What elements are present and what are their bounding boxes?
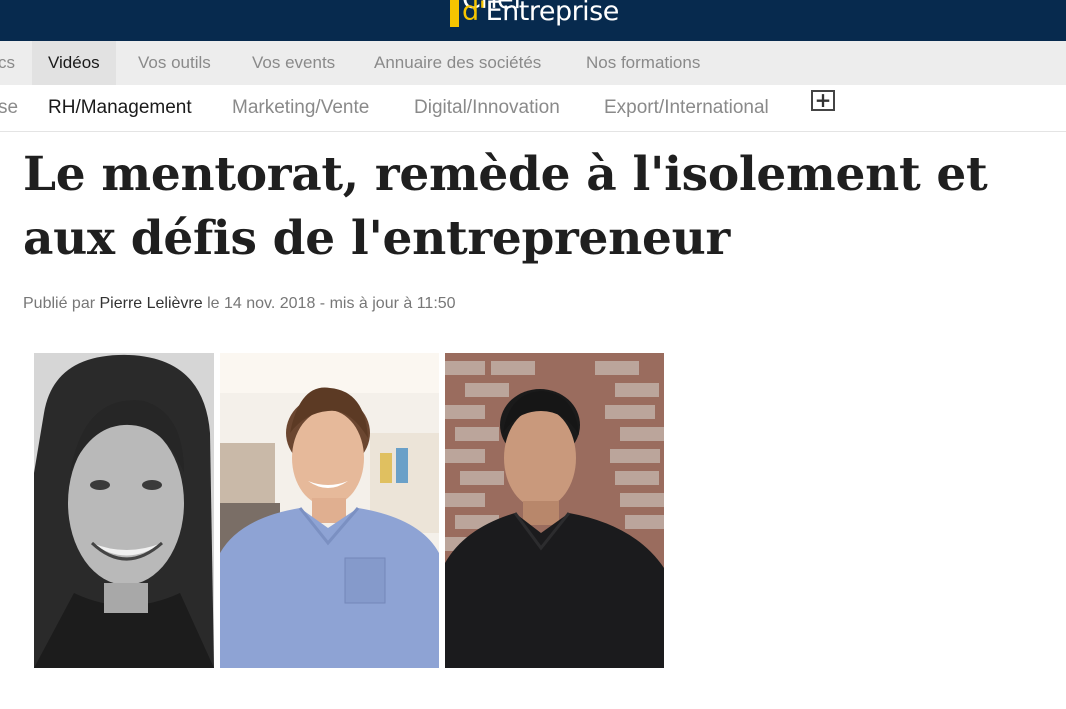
article-byline: Publié par Pierre Lelièvre le 14 nov. 20…: [23, 295, 456, 313]
nav-item-partial[interactable]: cs: [0, 41, 15, 85]
logo-name: Entreprise: [485, 0, 620, 27]
logo-line-2: d'Entreprise: [462, 0, 619, 26]
secondary-nav: se RH/Management Marketing/Vente Digital…: [0, 85, 1066, 132]
nav-item-videos[interactable]: Vidéos: [32, 41, 116, 85]
portrait-woman: [34, 353, 214, 668]
category-marketing-vente[interactable]: Marketing/Vente: [232, 85, 369, 131]
article-title: Le mentorat, remède à l'isolement et aux…: [23, 147, 988, 266]
category-item-partial[interactable]: se: [0, 85, 18, 131]
article-image: [34, 353, 664, 668]
nav-item-annuaire[interactable]: Annuaire des sociétés: [374, 41, 541, 85]
portrait-man-brick-wall: [445, 353, 664, 668]
nav-item-formations[interactable]: Nos formations: [586, 41, 700, 85]
category-digital-innovation[interactable]: Digital/Innovation: [414, 85, 560, 131]
nav-item-events[interactable]: Vos events: [252, 41, 335, 85]
primary-nav: cs Vidéos Vos outils Vos events Annuaire…: [0, 41, 1066, 85]
category-rh-management[interactable]: RH/Management: [48, 85, 192, 131]
portrait-young-man: [220, 353, 439, 668]
logo-accent-bar: [450, 0, 459, 27]
nav-item-outils[interactable]: Vos outils: [138, 41, 211, 85]
category-export-international[interactable]: Export/International: [604, 85, 769, 131]
plus-box-icon[interactable]: +: [811, 90, 835, 111]
byline-prefix: Publié par: [23, 295, 96, 312]
site-header: Chef d'Entreprise: [0, 0, 1066, 41]
byline-date: le 14 nov. 2018 - mis à jour à 11:50: [207, 295, 456, 312]
logo-prefix: d': [462, 0, 486, 27]
author-link[interactable]: Pierre Lelièvre: [100, 295, 203, 312]
site-logo[interactable]: Chef d'Entreprise: [450, 0, 640, 41]
